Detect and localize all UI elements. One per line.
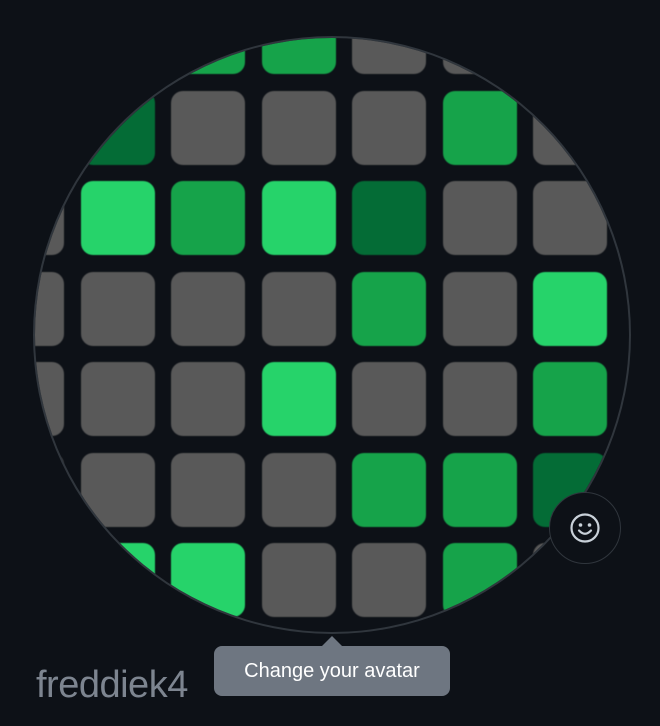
avatar-tile [80, 90, 155, 165]
avatar-tile [35, 543, 64, 617]
avatar-tile [171, 38, 245, 74]
avatar-tile [35, 271, 64, 346]
avatar-tile [171, 452, 245, 527]
avatar-tile [171, 362, 245, 436]
avatar-tile [352, 181, 426, 255]
avatar-tile [442, 452, 517, 527]
smiley-icon [570, 513, 600, 543]
avatar-tile [35, 452, 64, 527]
avatar-tile [533, 181, 607, 255]
avatar-tile [261, 271, 336, 346]
avatar-tile [442, 38, 517, 74]
avatar-tile [80, 362, 155, 436]
avatar-tile [35, 38, 64, 74]
avatar-tile [352, 271, 426, 346]
avatar-tile [261, 362, 336, 436]
avatar-tile [442, 90, 517, 165]
avatar-tile [533, 38, 607, 74]
avatar-tile [80, 181, 155, 255]
avatar-tile [261, 38, 336, 74]
avatar-tile [442, 271, 517, 346]
avatar-tile [80, 271, 155, 346]
avatar-tile [80, 543, 155, 617]
avatar-tile [171, 543, 245, 617]
avatar-tile [35, 181, 64, 255]
avatar-tile [171, 271, 245, 346]
avatar-tile [533, 90, 607, 165]
avatar-tile [261, 452, 336, 527]
avatar-tile [442, 362, 517, 436]
avatar-tile [352, 362, 426, 436]
avatar-tile [35, 90, 64, 165]
set-status-button[interactable] [549, 492, 621, 564]
username: freddiek4 [36, 664, 188, 706]
avatar-tile [171, 90, 245, 165]
avatar-tile [80, 452, 155, 527]
profile-page: Change your avatar freddiek4 [0, 0, 660, 726]
avatar[interactable] [35, 38, 629, 632]
tooltip-arrow [322, 636, 342, 646]
avatar-tile [352, 90, 426, 165]
avatar-tile [352, 38, 426, 74]
avatar-tile [352, 543, 426, 617]
tooltip-text: Change your avatar [244, 659, 420, 682]
avatar-tile [442, 181, 517, 255]
avatar-tile [533, 271, 607, 346]
avatar-tile [352, 452, 426, 527]
avatar-tile [261, 90, 336, 165]
avatar-tile [80, 38, 155, 74]
avatar-tile [261, 181, 336, 255]
avatar-pattern [35, 38, 629, 632]
avatar-tile [261, 543, 336, 617]
avatar-tile [533, 362, 607, 436]
change-avatar-tooltip: Change your avatar [214, 646, 450, 696]
avatar-tile [442, 543, 517, 617]
avatar-tile [171, 181, 245, 255]
avatar-tile [35, 362, 64, 436]
